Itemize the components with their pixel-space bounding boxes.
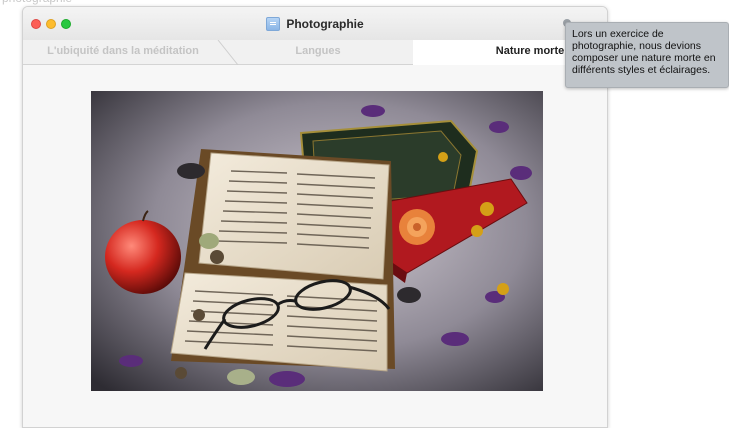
title-bar[interactable]: Photographie bbox=[23, 7, 607, 41]
tab-langues[interactable]: Langues bbox=[223, 40, 413, 64]
background-window-text: photographie bbox=[2, 0, 72, 5]
tab-content bbox=[23, 65, 607, 427]
tab-bar: L'ubiquité dans la méditation Langues Na… bbox=[23, 40, 607, 65]
document-icon bbox=[266, 17, 281, 31]
still-life-illustration bbox=[91, 91, 543, 391]
window-title-group: Photographie bbox=[23, 17, 607, 31]
photographie-window: Photographie L'ubiquité dans la méditati… bbox=[22, 6, 608, 428]
description-tooltip: Lors un exercice de photographie, nous d… bbox=[565, 22, 729, 88]
window-title: Photographie bbox=[286, 17, 364, 31]
still-life-photo[interactable] bbox=[91, 91, 543, 391]
tab-ubiquite[interactable]: L'ubiquité dans la méditation bbox=[23, 40, 223, 64]
